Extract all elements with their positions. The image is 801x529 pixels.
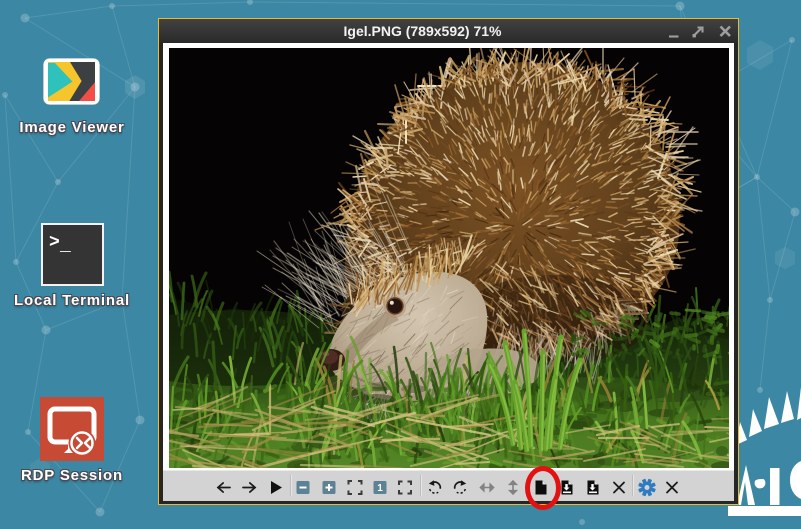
svg-text:_: _ <box>59 236 71 256</box>
svg-text:1: 1 <box>377 483 383 494</box>
svg-text:>: > <box>49 233 60 253</box>
